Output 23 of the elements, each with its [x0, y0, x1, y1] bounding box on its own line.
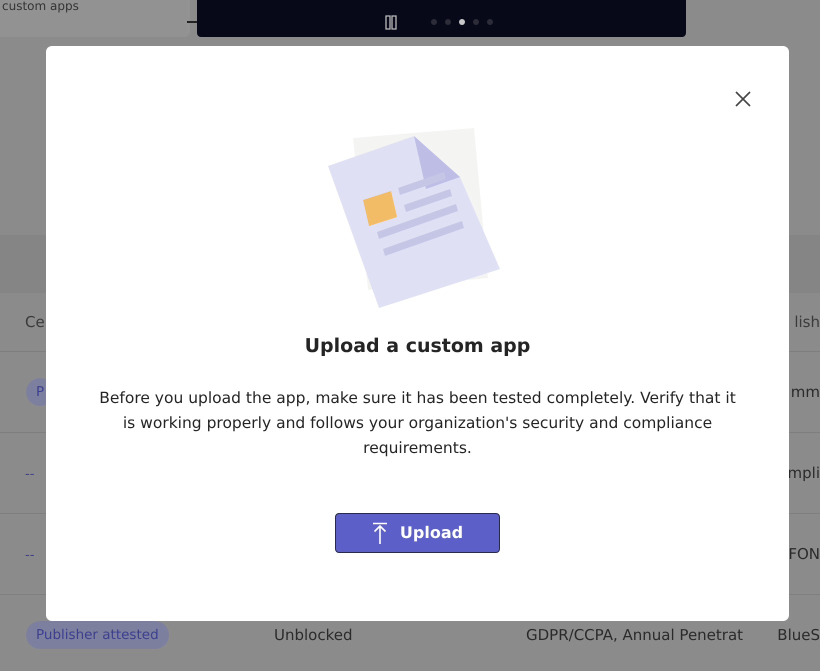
table-cell: FON [788, 544, 820, 563]
carousel-dot[interactable] [430, 18, 436, 24]
carousel-dot[interactable] [486, 18, 492, 24]
column-header: Ce [25, 312, 46, 333]
carousel-dot[interactable] [444, 18, 450, 24]
carousel-dot[interactable] [472, 18, 478, 24]
column-header: lish [793, 312, 820, 333]
table-cell: GDPR/CCPA, Annual Penetrat [526, 626, 744, 644]
dialog-message: Before you upload the app, make sure it has been tested completely. Verify that it is working properly and follows your organization's security and compliance requirements. [98, 388, 737, 458]
table-cell: -- [25, 466, 34, 482]
close-icon [733, 88, 753, 109]
table-cell: mpli [788, 464, 820, 482]
table-cell: Unblocked [274, 626, 353, 644]
table-cell: BlueS [777, 626, 820, 644]
status-badge: Publisher attested [26, 620, 169, 650]
upload-icon [372, 522, 388, 544]
table-cell: -- [25, 548, 34, 563]
carousel-dot[interactable] [458, 18, 464, 24]
card-title: custom apps [1, 0, 80, 12]
pause-icon[interactable] [382, 14, 398, 30]
dialog-title: Upload a custom app [304, 334, 530, 359]
table-cell: mm [790, 382, 820, 401]
upload-button[interactable]: Upload [335, 512, 500, 552]
